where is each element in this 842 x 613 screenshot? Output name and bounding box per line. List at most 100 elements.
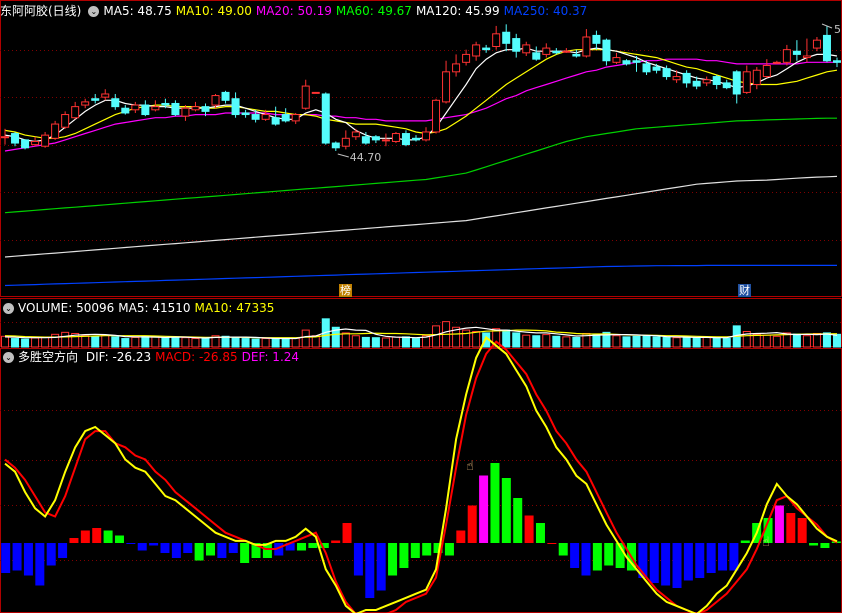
volume-bar bbox=[552, 335, 561, 348]
macd-histogram-bar bbox=[308, 543, 318, 548]
candle-body bbox=[21, 139, 30, 149]
candle-body bbox=[51, 123, 60, 139]
volume-bar bbox=[752, 333, 761, 348]
price-panel-header: 东阿阿胶(日线) ⌄ MA5: 48.75 MA10: 49.00 MA20: 50.1… bbox=[0, 2, 595, 20]
macd-histogram-bar bbox=[809, 543, 819, 546]
candle-body bbox=[502, 31, 511, 44]
macd-histogram-bar bbox=[69, 538, 79, 543]
macd-histogram-bar bbox=[114, 535, 124, 543]
candle-body bbox=[532, 52, 541, 60]
volume-panel-header: ⌄ VOLUME: 50096 MA5: 41510 MA10: 47335 bbox=[0, 299, 282, 317]
ma5-line bbox=[4, 47, 838, 143]
volume-bar bbox=[251, 338, 260, 348]
macd-histogram-bar bbox=[23, 543, 33, 576]
high-price-label: 5 bbox=[834, 23, 841, 36]
candle-body bbox=[281, 114, 290, 122]
candle-body bbox=[71, 106, 80, 119]
volume-label-1: MA5: 41510 bbox=[118, 301, 191, 315]
volume-bar bbox=[301, 329, 310, 348]
candle-body bbox=[251, 114, 260, 120]
candle-body bbox=[642, 63, 651, 73]
candle-body bbox=[422, 131, 431, 141]
candle-body bbox=[652, 66, 661, 71]
candle-body bbox=[31, 140, 40, 146]
volume-bar bbox=[281, 338, 290, 348]
indicator-name[interactable]: 多胜空方向 bbox=[18, 350, 78, 364]
candle-body bbox=[101, 93, 110, 98]
chevron-down-icon[interactable]: ⌄ bbox=[88, 6, 100, 17]
stock-title[interactable]: 东阿阿胶(日线) bbox=[0, 4, 81, 18]
candle-body bbox=[141, 104, 150, 116]
macd-histogram-bar bbox=[604, 543, 614, 566]
macd-histogram-bar bbox=[240, 543, 250, 563]
volume-bar bbox=[231, 336, 240, 348]
candle-body bbox=[1, 136, 10, 139]
macd-histogram-bar bbox=[661, 543, 671, 586]
candle-body bbox=[582, 36, 591, 57]
candle-body bbox=[622, 60, 631, 65]
volume-bar bbox=[141, 335, 150, 348]
macd-histogram-bar bbox=[58, 543, 68, 558]
candle-body bbox=[472, 44, 481, 57]
candle-body bbox=[221, 91, 230, 101]
volume-bar bbox=[472, 331, 481, 348]
candle-body bbox=[602, 39, 611, 62]
macd-histogram-bar bbox=[649, 543, 659, 583]
candle-body bbox=[572, 53, 581, 57]
candle-body bbox=[782, 49, 791, 63]
macd-histogram-bar bbox=[388, 543, 398, 576]
volume-label-2: MA10: 47335 bbox=[194, 301, 275, 315]
macd-histogram-bar bbox=[740, 540, 750, 543]
indicator-label-0: DIF: -26.23 bbox=[85, 350, 152, 364]
volume-bar bbox=[221, 335, 230, 348]
candle-body bbox=[542, 47, 551, 55]
candle-body bbox=[211, 95, 220, 106]
candle-body bbox=[391, 133, 400, 142]
volume-bar bbox=[662, 336, 671, 348]
candle-body bbox=[722, 82, 731, 89]
volume-bar bbox=[381, 337, 390, 348]
volume-bar bbox=[31, 337, 40, 348]
price-ma-label-3: MA60: 49.67 bbox=[335, 4, 412, 18]
candle-body bbox=[822, 34, 831, 62]
candle-body bbox=[452, 63, 461, 73]
macd-histogram-bar bbox=[467, 505, 477, 543]
signal-hand-icon: ☝ bbox=[466, 459, 474, 474]
volume-bar bbox=[61, 331, 70, 348]
volume-bar bbox=[522, 334, 531, 348]
macd-histogram-bar bbox=[149, 543, 159, 546]
macd-histogram-bar bbox=[524, 515, 534, 543]
macd-histogram-bar bbox=[194, 543, 204, 561]
volume-bar bbox=[702, 336, 711, 348]
macd-histogram-bar bbox=[547, 543, 557, 544]
volume-bar bbox=[391, 336, 400, 348]
volume-bar bbox=[682, 336, 691, 348]
candle-body bbox=[301, 85, 310, 109]
candle-body bbox=[151, 106, 160, 111]
candle-body bbox=[562, 50, 571, 53]
candle-body bbox=[331, 142, 340, 149]
candle-body bbox=[111, 98, 120, 108]
candle-body bbox=[522, 44, 531, 54]
volume-bar bbox=[241, 338, 250, 348]
volume-bar bbox=[812, 332, 821, 348]
candle-body bbox=[672, 76, 681, 81]
volume-bar bbox=[81, 335, 90, 348]
chevron-down-icon[interactable]: ⌄ bbox=[3, 303, 14, 314]
macd-histogram-bar bbox=[297, 543, 307, 551]
chevron-down-icon[interactable]: ⌄ bbox=[3, 352, 14, 363]
candle-body bbox=[291, 114, 300, 122]
candle-body bbox=[371, 136, 380, 141]
volume-bar bbox=[121, 338, 130, 348]
candle-body bbox=[271, 117, 280, 125]
candle-body bbox=[442, 71, 451, 103]
candle-body bbox=[752, 69, 761, 85]
volume-bar bbox=[632, 335, 641, 348]
macd-histogram-bar bbox=[820, 543, 830, 548]
finance-badge[interactable]: 财 bbox=[738, 284, 751, 297]
macd-histogram-bar bbox=[695, 543, 705, 578]
candle-body bbox=[492, 33, 501, 47]
ranking-badge[interactable]: 榜 bbox=[339, 284, 352, 297]
macd-histogram-bar bbox=[456, 530, 466, 543]
volume-bar bbox=[722, 337, 731, 348]
